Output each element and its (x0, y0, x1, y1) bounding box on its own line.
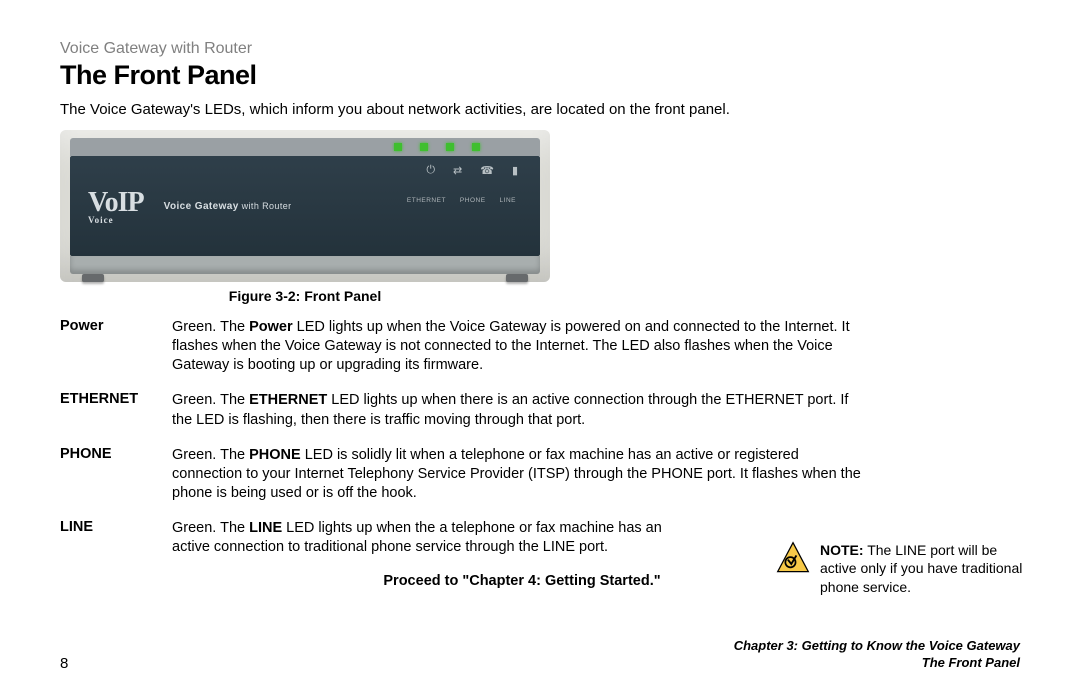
power-icon: ⏻ (426, 164, 435, 177)
note-label: NOTE: (820, 542, 864, 558)
def-bold: PHONE (249, 447, 301, 463)
port-label: ETHERNET (407, 197, 446, 204)
def-desc-ethernet: Green. The ETHERNET LED lights up when t… (172, 391, 872, 429)
device-port-icons: ⏻ ⇄ ☎ ▮ ETHERNET PHONE LINE (407, 164, 518, 204)
device-top-strip (70, 138, 540, 156)
device-bottom-strip (70, 256, 540, 274)
device-face: VoIP Voice Voice Gateway with Router ⏻ ⇄… (70, 156, 540, 256)
definition-row: PHONE Green. The PHONE LED is solidly li… (60, 446, 1020, 503)
led-indicator (472, 143, 480, 151)
device-subtitle: Voice Gateway with Router (164, 201, 292, 212)
device-logo-text: VoIP (88, 187, 144, 218)
def-bold: Power (249, 319, 293, 335)
device-photo: VoIP Voice Voice Gateway with Router ⏻ ⇄… (60, 130, 550, 282)
definition-row: Power Green. The Power LED lights up whe… (60, 318, 1020, 375)
phone-icon: ☎ (480, 164, 494, 177)
def-desc-line: Green. The LINE LED lights up when the a… (172, 519, 692, 557)
def-term-ethernet: ETHERNET (60, 391, 172, 429)
proceed-link: Proceed to "Chapter 4: Getting Started." (172, 573, 872, 589)
page-footer: 8 Chapter 3: Getting to Know the Voice G… (60, 638, 1020, 672)
def-text: Green. The (172, 447, 249, 463)
port-label: LINE (500, 197, 516, 204)
device-foot (82, 274, 104, 282)
def-desc-phone: Green. The PHONE LED is solidly lit when… (172, 446, 872, 503)
device-logo: VoIP Voice (88, 187, 144, 225)
note-text: NOTE: The LINE port will be active only … (820, 541, 1026, 596)
page-heading: The Front Panel (60, 60, 1020, 91)
ethernet-icon: ⇄ (453, 164, 462, 177)
def-desc-power: Green. The Power LED lights up when the … (172, 318, 872, 375)
def-text: Green. The (172, 392, 249, 408)
device-foot (506, 274, 528, 282)
def-text: Green. The (172, 319, 249, 335)
port-label: PHONE (460, 197, 486, 204)
led-indicator (394, 143, 402, 151)
def-term-phone: PHONE (60, 446, 172, 503)
device-subtitle-thin: with Router (239, 201, 292, 211)
device-subtitle-bold: Voice Gateway (164, 201, 239, 212)
line-icon: ▮ (512, 164, 518, 177)
led-indicator (446, 143, 454, 151)
warning-icon (776, 541, 810, 575)
def-text: Green. The (172, 520, 249, 536)
footer-chapter: Chapter 3: Getting to Know the Voice Gat… (734, 638, 1020, 655)
footer-chapter-info: Chapter 3: Getting to Know the Voice Gat… (734, 638, 1020, 672)
figure-caption: Figure 3-2: Front Panel (60, 288, 550, 304)
footer-section: The Front Panel (734, 655, 1020, 672)
page-number: 8 (60, 655, 68, 672)
def-bold: LINE (249, 520, 282, 536)
def-term-power: Power (60, 318, 172, 375)
def-bold: ETHERNET (249, 392, 327, 408)
definition-list: Power Green. The Power LED lights up whe… (60, 318, 1020, 557)
series-title: Voice Gateway with Router (60, 40, 1020, 58)
document-page: Voice Gateway with Router The Front Pane… (0, 0, 1080, 698)
definition-row: ETHERNET Green. The ETHERNET LED lights … (60, 391, 1020, 429)
def-term-line: LINE (60, 519, 172, 557)
led-indicator (420, 143, 428, 151)
note-callout: NOTE: The LINE port will be active only … (776, 541, 1026, 596)
intro-paragraph: The Voice Gateway's LEDs, which inform y… (60, 101, 1020, 118)
